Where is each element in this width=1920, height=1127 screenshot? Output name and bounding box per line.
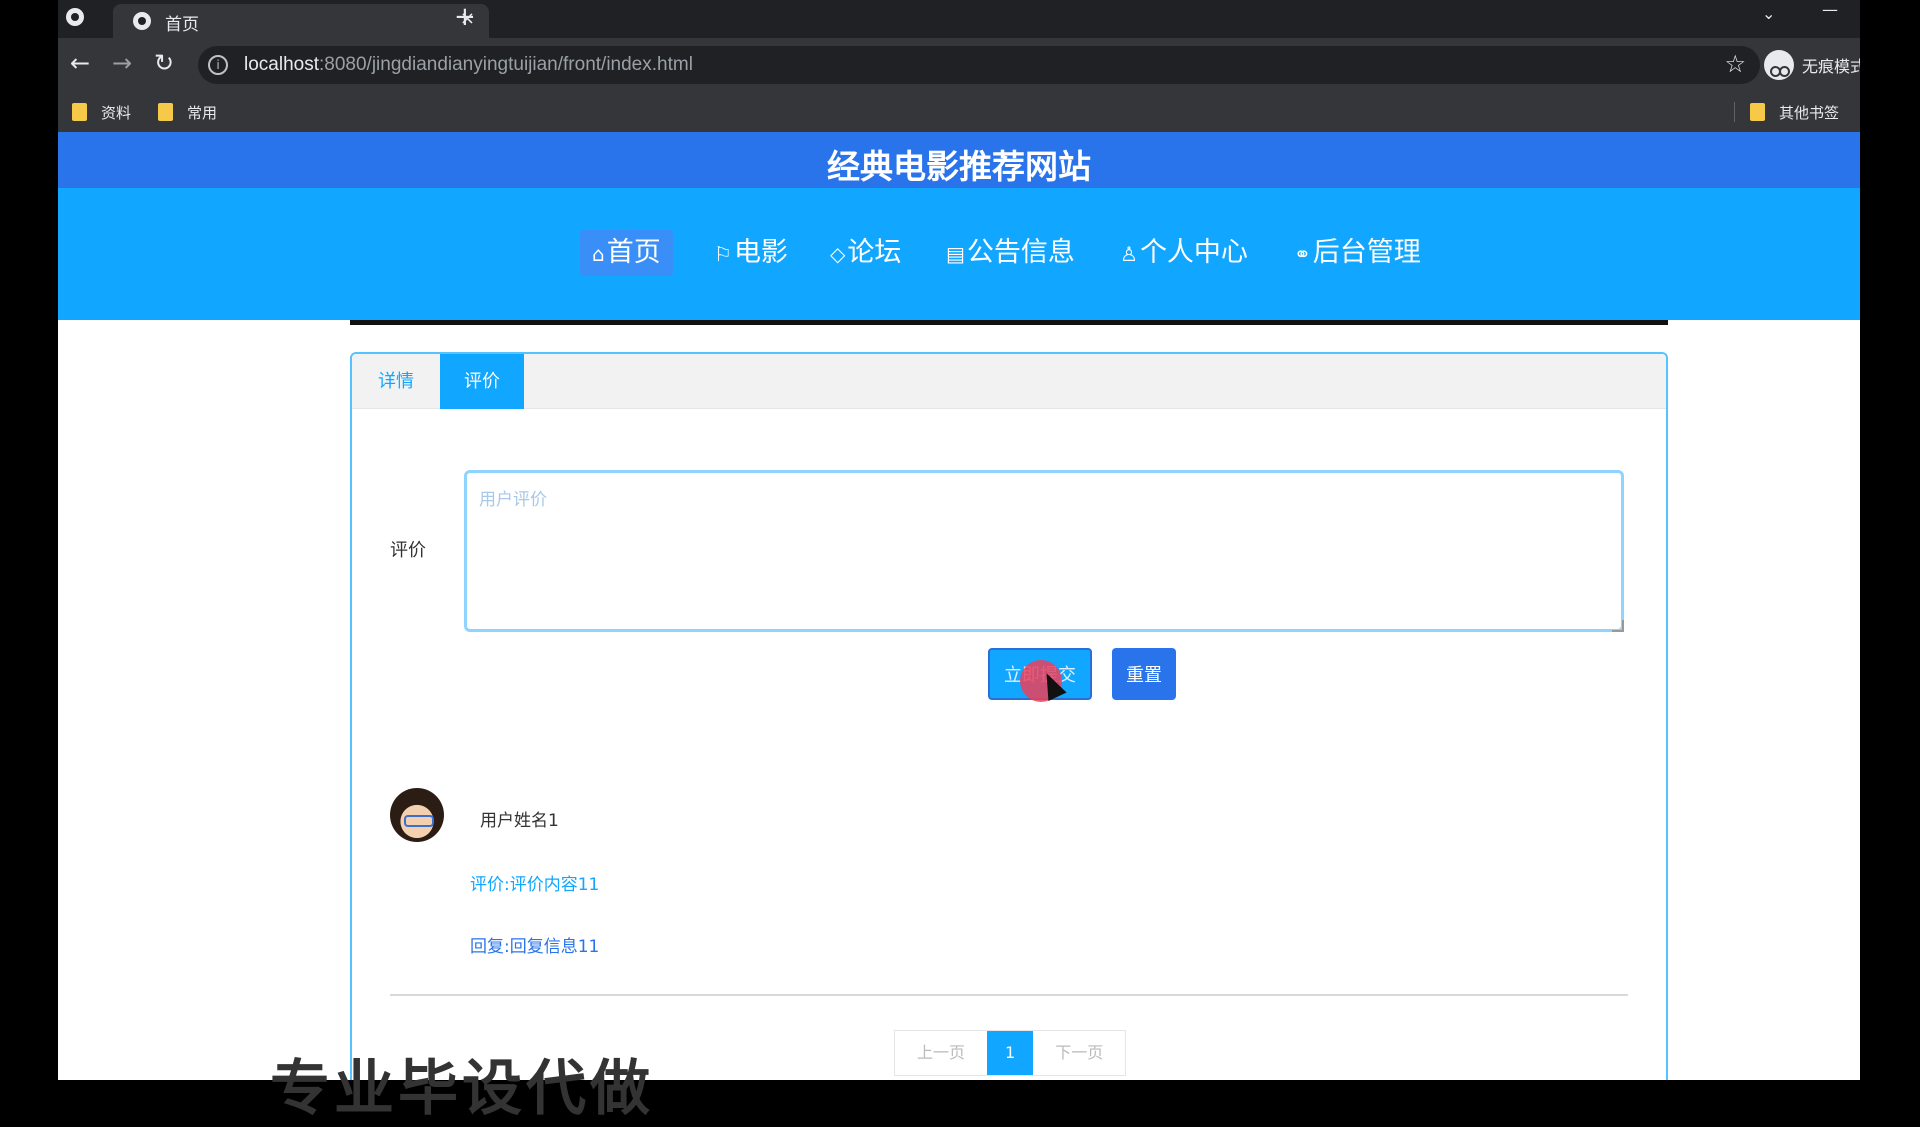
review-label: 评价 <box>390 540 426 561</box>
folder-icon <box>158 103 173 121</box>
browser-menu-icon[interactable] <box>66 8 84 26</box>
folder-icon <box>1750 103 1765 121</box>
bookmarks-separator <box>1734 102 1735 122</box>
other-bookmarks-folder[interactable]: 其他书签 <box>1750 101 1839 123</box>
next-page-button[interactable]: 下一页 <box>1033 1031 1126 1075</box>
prev-page-button[interactable]: 上一页 <box>895 1031 988 1075</box>
address-bar[interactable]: i localhost:8080/jingdiandianyingtuijian… <box>198 46 1760 84</box>
nav-profile[interactable]: ♙个人中心 <box>1120 230 1248 276</box>
folder-icon <box>72 103 87 121</box>
incognito-label: 无痕模式 <box>1802 57 1860 76</box>
browser-window: 首页 × + ⌄ — ← → ↻ i localhost:8080/jingdi… <box>58 0 1860 1080</box>
bookmarks-bar: 资料 常用 其他书签 <box>58 92 1860 132</box>
detail-tabbar: 详情 评价 <box>352 354 1666 409</box>
comment-username: 用户姓名1 <box>480 811 559 831</box>
globe-icon <box>133 12 151 30</box>
tab-review[interactable]: 评价 <box>440 354 524 409</box>
bookmark-star-icon[interactable]: ☆ <box>1724 50 1746 78</box>
detail-card: 详情 评价 评价 立即提交 重置 用户姓名1 评价:评价内容11 回复:回复信息… <box>350 352 1668 1080</box>
nav-admin[interactable]: ⚭后台管理 <box>1294 230 1421 276</box>
avatar <box>390 788 444 842</box>
user-icon: ♙ <box>1120 242 1138 266</box>
web-page: 经典电影推荐网站 ⌂首页 ⚐电影 ◇论坛 ▤公告信息 ♙个人中心 ⚭后台管理 详… <box>58 132 1860 1080</box>
resize-handle-icon[interactable] <box>1612 620 1624 632</box>
comment-review: 评价:评价内容11 <box>470 875 600 895</box>
nav-home[interactable]: ⌂首页 <box>580 230 673 276</box>
bookmark-folder-1[interactable]: 资料 <box>72 101 131 123</box>
current-page-button[interactable]: 1 <box>987 1031 1034 1075</box>
browser-toolbar: ← → ↻ i localhost:8080/jingdiandianyingt… <box>58 38 1860 92</box>
site-info-icon[interactable]: i <box>208 55 228 75</box>
reset-button[interactable]: 重置 <box>1112 648 1176 700</box>
tab-detail[interactable]: 详情 <box>352 354 440 409</box>
pagination: 上一页 1 下一页 <box>894 1030 1127 1076</box>
tab-title: 首页 <box>165 15 199 35</box>
tag-icon: ◇ <box>830 242 846 266</box>
site-title: 经典电影推荐网站 <box>827 147 1091 186</box>
comment-reply: 回复:回复信息11 <box>470 937 600 957</box>
new-tab-button[interactable]: + <box>454 3 476 31</box>
content-divider <box>350 320 1668 325</box>
home-icon: ⌂ <box>592 242 605 266</box>
tab-search-icon[interactable]: ⌄ <box>1762 4 1775 23</box>
minimize-icon[interactable]: — <box>1822 0 1838 19</box>
site-header: 经典电影推荐网站 <box>58 132 1860 188</box>
nav-forum[interactable]: ◇论坛 <box>830 230 901 276</box>
watermark-overlay: 专业毕设代做 <box>270 1054 654 1124</box>
forward-icon[interactable]: → <box>112 49 132 77</box>
browser-tab[interactable]: 首页 × <box>113 4 489 38</box>
url-text[interactable]: localhost:8080/jingdiandianyingtuijian/f… <box>244 54 693 76</box>
bookmark-folder-2[interactable]: 常用 <box>158 101 217 123</box>
nav-movies[interactable]: ⚐电影 <box>714 230 788 276</box>
incognito-icon[interactable] <box>1764 50 1794 80</box>
flag-icon: ⚐ <box>714 242 732 266</box>
comment-divider <box>390 994 1628 996</box>
back-icon[interactable]: ← <box>70 49 90 77</box>
review-input[interactable] <box>464 470 1624 632</box>
reload-icon[interactable]: ↻ <box>154 49 174 77</box>
notice-icon: ▤ <box>946 242 965 266</box>
tab-strip: 首页 × + ⌄ — <box>58 0 1860 38</box>
main-nav: ⌂首页 ⚐电影 ◇论坛 ▤公告信息 ♙个人中心 ⚭后台管理 <box>58 188 1860 320</box>
link-icon: ⚭ <box>1294 242 1311 266</box>
nav-announcements[interactable]: ▤公告信息 <box>946 230 1075 276</box>
